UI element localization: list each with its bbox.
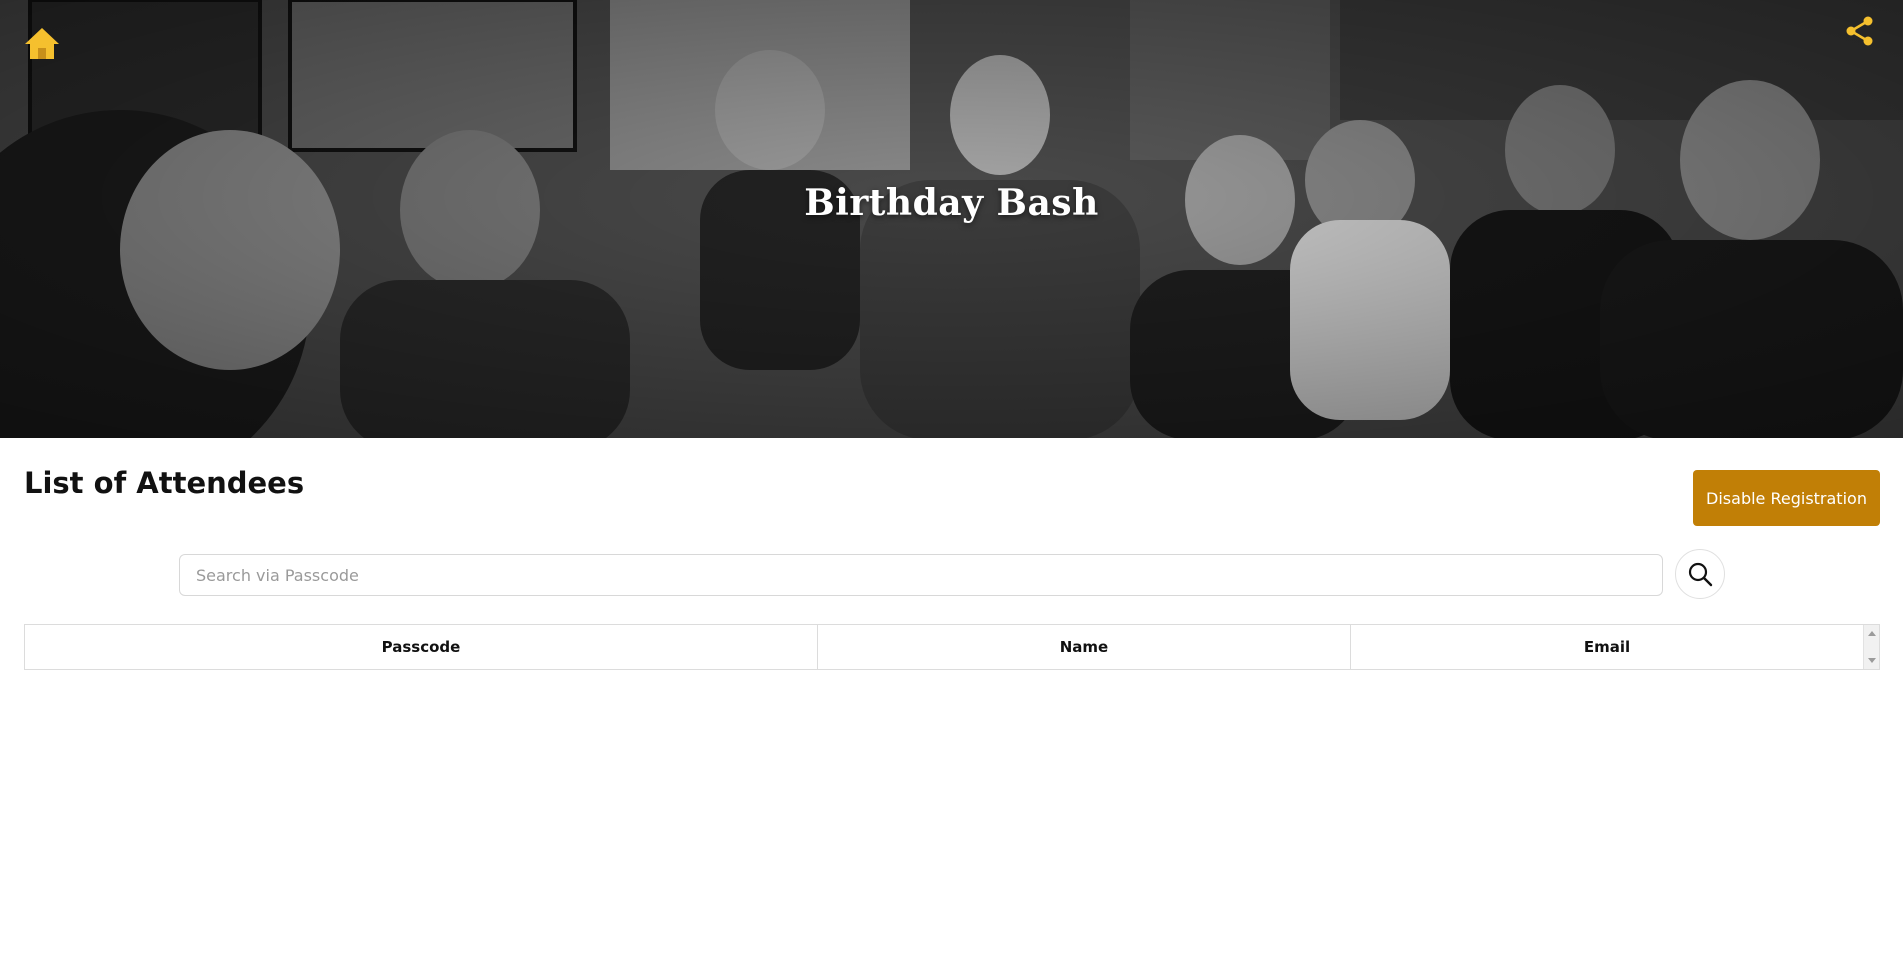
home-button[interactable]	[22, 24, 62, 64]
search-button[interactable]	[1675, 549, 1725, 599]
column-header-email[interactable]: Email	[1351, 625, 1863, 669]
passcode-search-input[interactable]	[179, 554, 1663, 596]
scroll-up-icon[interactable]	[1868, 631, 1876, 636]
home-icon	[25, 28, 59, 59]
table-scrollbar[interactable]	[1863, 625, 1879, 669]
column-header-name[interactable]: Name	[818, 625, 1351, 669]
search-icon	[1688, 562, 1713, 587]
event-banner: Birthday Bash	[0, 0, 1903, 438]
disable-registration-button[interactable]: Disable Registration	[1693, 470, 1880, 526]
attendees-table: Passcode Name Email	[24, 624, 1880, 670]
event-title: Birthday Bash	[804, 182, 1099, 224]
scroll-down-icon[interactable]	[1868, 658, 1876, 663]
column-header-passcode[interactable]: Passcode	[25, 625, 818, 669]
share-icon	[1846, 16, 1873, 46]
share-button[interactable]	[1843, 14, 1877, 48]
page-title: List of Attendees	[24, 466, 305, 500]
